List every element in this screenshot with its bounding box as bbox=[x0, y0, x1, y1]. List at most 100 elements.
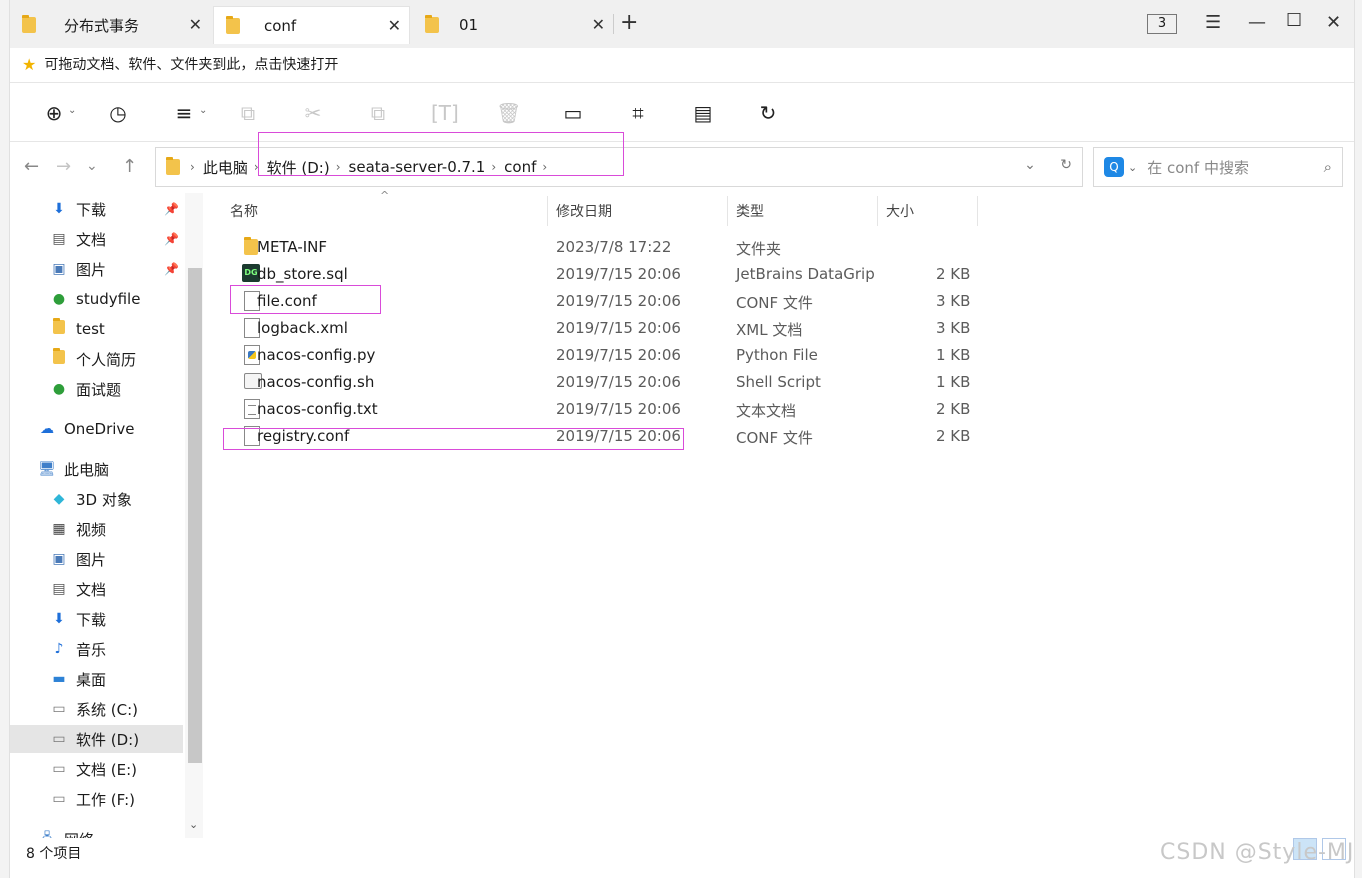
close-window-icon[interactable]: ✕ bbox=[1326, 12, 1341, 33]
sidebar-item-videos[interactable]: ▦ 视频 bbox=[10, 515, 183, 543]
recent-clock-icon[interactable]: ◷ bbox=[106, 101, 130, 125]
sidebar-item-onedrive[interactable]: ☁ OneDrive bbox=[10, 415, 183, 443]
file-size: 3 KB bbox=[936, 319, 971, 337]
paste-icon[interactable]: ⧉ bbox=[366, 101, 390, 125]
video-icon: ▦ bbox=[52, 521, 66, 537]
search-input[interactable]: 在 conf 中搜索 bbox=[1147, 157, 1249, 178]
file-name: nacos-config.sh bbox=[257, 373, 375, 391]
picture-icon: ▣ bbox=[52, 551, 66, 567]
tab-01[interactable]: 01 ✕ bbox=[413, 6, 613, 44]
file-name: db_store.sql bbox=[257, 265, 348, 283]
sidebar-item-studyfile[interactable]: ● studyfile bbox=[10, 285, 183, 313]
minimize-icon[interactable]: — bbox=[1248, 12, 1266, 33]
column-header-size[interactable]: 大小 bbox=[878, 196, 978, 226]
column-header-name[interactable]: 名称 bbox=[222, 196, 548, 226]
new-window-icon[interactable]: ▭ bbox=[561, 101, 585, 125]
column-header-type[interactable]: 类型 bbox=[728, 196, 878, 226]
breadcrumb-this-pc[interactable]: 此电脑 bbox=[203, 157, 248, 178]
drive-icon: ▭ bbox=[52, 731, 66, 747]
sidebar-item-drive-c[interactable]: ▭ 系统 (C:) bbox=[10, 695, 183, 723]
pin-icon[interactable]: 📌 bbox=[164, 202, 179, 216]
file-name: META-INF bbox=[257, 238, 328, 256]
search-icon[interactable]: ⌕ bbox=[1324, 158, 1332, 176]
chevron-right-icon[interactable]: › bbox=[190, 160, 195, 174]
sidebar-item-documents-pinned[interactable]: ▤ 文档 📌 bbox=[10, 225, 183, 253]
annotation-box-path bbox=[258, 132, 624, 176]
refresh-sync-icon[interactable]: ↻ bbox=[756, 101, 780, 125]
computer-icon: 🖥 bbox=[38, 461, 56, 477]
file-row[interactable]: DG db_store.sql 2019/7/15 20:06 JetBrain… bbox=[230, 261, 990, 288]
close-tab-icon[interactable]: ✕ bbox=[388, 16, 401, 35]
sidebar-item-downloads-pinned[interactable]: ⬇ 下载 📌 bbox=[10, 195, 183, 223]
column-header-modified[interactable]: 修改日期 bbox=[548, 196, 728, 226]
sidebar-item-pictures-pinned[interactable]: ▣ 图片 📌 bbox=[10, 255, 183, 283]
tab-label: 01 bbox=[459, 16, 479, 34]
sidebar-item-interview-questions[interactable]: ● 面试题 bbox=[10, 375, 183, 403]
tab-distributed-transactions[interactable]: 分布式事务 ✕ bbox=[10, 6, 210, 44]
chevron-down-icon[interactable]: ⌄ bbox=[1128, 161, 1137, 174]
sidebar-item-test[interactable]: test bbox=[10, 315, 183, 343]
menu-icon[interactable]: ☰ bbox=[1205, 12, 1221, 33]
picture-icon: ▣ bbox=[52, 261, 66, 277]
file-row[interactable]: nacos-config.sh 2019/7/15 20:06 Shell Sc… bbox=[230, 369, 990, 396]
cut-scissors-icon[interactable]: ✂ bbox=[301, 101, 325, 125]
file-row[interactable]: nacos-config.txt 2019/7/15 20:06 文本文档 2 … bbox=[230, 396, 990, 423]
sidebar-item-drive-e[interactable]: ▭ 文档 (E:) bbox=[10, 755, 183, 783]
search-box[interactable]: Q ⌄ 在 conf 中搜索 ⌕ bbox=[1093, 147, 1343, 187]
recent-locations-chevron-icon[interactable]: ⌄ bbox=[86, 158, 98, 174]
file-row[interactable]: nacos-config.py 2019/7/15 20:06 Python F… bbox=[230, 342, 990, 369]
sidebar-item-label: 下载 bbox=[76, 610, 107, 629]
sidebar-item-music[interactable]: ♪ 音乐 bbox=[10, 635, 183, 663]
close-tab-icon[interactable]: ✕ bbox=[592, 15, 605, 34]
sidebar-item-label: 系统 (C:) bbox=[76, 700, 138, 719]
sidebar-item-pictures[interactable]: ▣ 图片 bbox=[10, 545, 183, 573]
file-type: Shell Script bbox=[736, 373, 821, 391]
sidebar-item-this-pc[interactable]: 🖥 此电脑 bbox=[10, 455, 183, 483]
rename-icon[interactable]: [T] bbox=[431, 101, 459, 125]
back-arrow-icon[interactable]: ← bbox=[24, 156, 39, 177]
sidebar-item-downloads[interactable]: ⬇ 下载 bbox=[10, 605, 183, 633]
sidebar-item-label: 3D 对象 bbox=[76, 490, 132, 509]
sidebar-item-desktop[interactable]: ▬ 桌面 bbox=[10, 665, 183, 693]
file-size: 1 KB bbox=[936, 373, 971, 391]
file-modified: 2019/7/15 20:06 bbox=[556, 265, 681, 283]
sidebar-item-documents[interactable]: ▤ 文档 bbox=[10, 575, 183, 603]
sidebar-item-label: 下载 bbox=[76, 200, 107, 219]
sidebar-item-3d-objects[interactable]: ◆ 3D 对象 bbox=[10, 485, 183, 513]
new-tab-plus-icon[interactable]: + bbox=[620, 10, 638, 35]
refresh-icon[interactable]: ↻ bbox=[1060, 157, 1072, 173]
chevron-down-icon[interactable]: ⌄ bbox=[199, 105, 207, 116]
file-type: JetBrains DataGrip bbox=[736, 265, 875, 283]
desktop-icon: ▬ bbox=[52, 671, 66, 687]
sidebar-item-resume[interactable]: 个人简历 bbox=[10, 345, 183, 373]
maximize-icon[interactable]: ☐ bbox=[1286, 10, 1302, 31]
up-arrow-icon[interactable]: ↑ bbox=[122, 156, 137, 177]
close-tab-icon[interactable]: ✕ bbox=[189, 15, 202, 34]
view-list-icon[interactable]: ≡ bbox=[172, 101, 196, 125]
sidebar-item-drive-f[interactable]: ▭ 工作 (F:) bbox=[10, 785, 183, 813]
quick-open-hint: 可拖动文档、软件、文件夹到此，点击快速打开 bbox=[44, 57, 339, 73]
scroll-down-chevron-icon[interactable]: ⌄ bbox=[189, 818, 198, 831]
crop-icon[interactable]: ⌗ bbox=[626, 101, 650, 125]
file-row[interactable]: logback.xml 2019/7/15 20:06 XML 文档 3 KB bbox=[230, 315, 990, 342]
search-engine-badge-icon[interactable]: Q bbox=[1104, 157, 1124, 177]
sidebar-item-network[interactable]: 🖧 网络 bbox=[10, 825, 183, 839]
chevron-down-icon[interactable]: ⌄ bbox=[68, 105, 76, 116]
sidebar-item-drive-d[interactable]: ▭ 软件 (D:) bbox=[10, 725, 183, 753]
annotation-box-registry-conf bbox=[223, 428, 684, 450]
sidebar-scroll-thumb[interactable] bbox=[188, 268, 202, 763]
sidebar-item-label: 视频 bbox=[76, 520, 107, 539]
copy-path-icon[interactable]: ⧉ bbox=[236, 101, 260, 125]
delete-trash-icon[interactable]: 🗑 bbox=[496, 101, 521, 125]
new-item-plus-icon[interactable]: ⊕ bbox=[42, 101, 66, 125]
window-count-badge[interactable]: 3 bbox=[1147, 14, 1177, 34]
forward-arrow-icon[interactable]: → bbox=[56, 156, 71, 177]
properties-icon[interactable]: ▤ bbox=[691, 101, 715, 125]
tab-conf[interactable]: conf ✕ bbox=[213, 6, 410, 44]
address-history-chevron-icon[interactable]: ⌄ bbox=[1024, 157, 1036, 173]
file-row[interactable]: META-INF 2023/7/8 17:22 文件夹 bbox=[230, 234, 990, 261]
sidebar-item-label: 文档 bbox=[76, 580, 107, 599]
quick-open-bar[interactable]: ★ 可拖动文档、软件、文件夹到此，点击快速打开 bbox=[10, 48, 1354, 80]
pin-icon[interactable]: 📌 bbox=[164, 232, 179, 246]
pin-icon[interactable]: 📌 bbox=[164, 262, 179, 276]
